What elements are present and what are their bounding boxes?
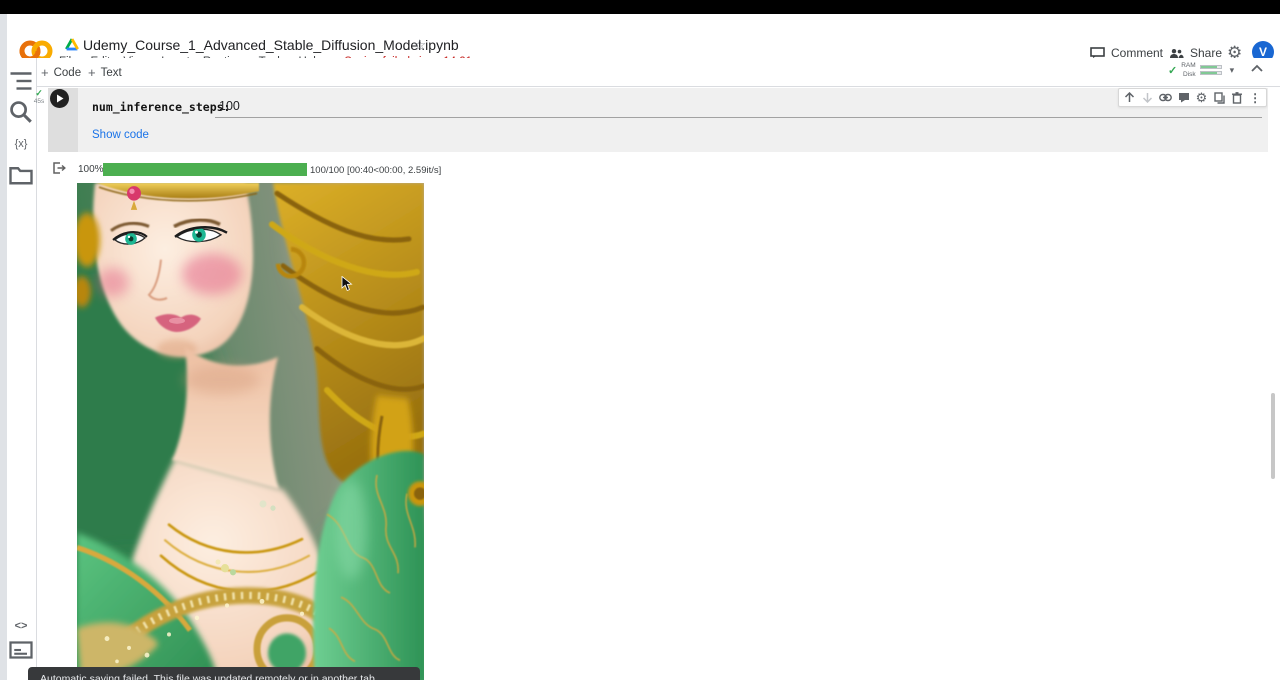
caret-down-icon[interactable]: ▾ <box>1230 65 1235 76</box>
files-icon[interactable] <box>9 163 33 187</box>
variables-icon[interactable]: {x} <box>9 132 33 156</box>
window-left-edge <box>0 14 7 680</box>
toast-message: Automatic saving failed. This file was u… <box>40 673 394 680</box>
add-text-button[interactable]: + Text <box>88 65 122 80</box>
disk-label: Disk <box>1181 70 1195 79</box>
disk-meter <box>1200 71 1222 75</box>
cell-execution-time: 45s <box>31 98 47 105</box>
plus-icon: + <box>88 65 96 80</box>
cell-output-icon <box>52 161 66 175</box>
resources-widget[interactable]: ✓ RAM Disk ▾ <box>1168 61 1234 79</box>
copy-link-to-cell-icon[interactable] <box>1158 90 1174 106</box>
star-icon[interactable]: ☆ <box>413 36 426 54</box>
move-cell-up-icon[interactable] <box>1122 90 1138 106</box>
plus-icon: + <box>41 65 49 80</box>
scrollbar-thumb[interactable] <box>1271 393 1275 479</box>
search-icon[interactable] <box>9 100 33 124</box>
delete-cell-icon[interactable] <box>1229 90 1245 106</box>
copy-cell-icon[interactable] <box>1211 90 1227 106</box>
cell-settings-gear-icon[interactable]: ⚙ <box>1193 90 1209 106</box>
window-top-bar <box>0 0 1280 14</box>
toast-notification: Automatic saving failed. This file was u… <box>28 667 420 680</box>
progress-percent: 100% <box>78 164 104 175</box>
play-icon <box>56 94 64 103</box>
collapse-header-icon[interactable] <box>1250 64 1264 72</box>
header: Udemy_Course_1_Advanced_Stable_Diffusion… <box>7 14 1280 58</box>
form-field-underline <box>215 117 1262 118</box>
cell-form-area <box>78 88 1268 152</box>
add-code-label: Code <box>54 67 82 79</box>
add-text-label: Text <box>101 67 122 79</box>
form-field-input[interactable]: 100 <box>219 99 240 113</box>
mouse-cursor <box>341 276 353 292</box>
more-cell-actions-icon[interactable]: ⋮ <box>1247 90 1263 106</box>
ram-meter <box>1200 65 1222 69</box>
connected-check-icon: ✓ <box>1168 64 1177 77</box>
drive-icon <box>65 38 79 51</box>
add-comment-icon[interactable] <box>1176 90 1192 106</box>
generated-image <box>77 183 424 680</box>
table-of-contents-icon[interactable] <box>9 69 33 93</box>
cell-toolbar: ⚙ ⋮ <box>1118 88 1267 107</box>
code-snippets-icon[interactable]: <> <box>9 614 33 638</box>
add-code-button[interactable]: + Code <box>41 65 81 80</box>
progress-detail: 100/100 [00:40<00:00, 2.59it/s] <box>310 165 441 176</box>
show-code-link[interactable]: Show code <box>92 129 149 141</box>
form-field-label: num_inference_steps: <box>92 100 230 114</box>
move-cell-down-icon[interactable] <box>1140 90 1156 106</box>
resource-meters <box>1200 63 1222 77</box>
progress-bar <box>103 163 307 176</box>
terminal-icon[interactable] <box>9 638 33 662</box>
ram-label: RAM <box>1181 61 1195 70</box>
people-icon <box>1169 48 1184 59</box>
notebook-filename[interactable]: Udemy_Course_1_Advanced_Stable_Diffusion… <box>83 37 459 53</box>
cell-execution-status: ✓ 45s <box>31 88 47 105</box>
run-cell-button[interactable] <box>50 89 69 108</box>
cell-success-check-icon: ✓ <box>31 88 47 98</box>
notebook-toolbar <box>7 58 1280 87</box>
